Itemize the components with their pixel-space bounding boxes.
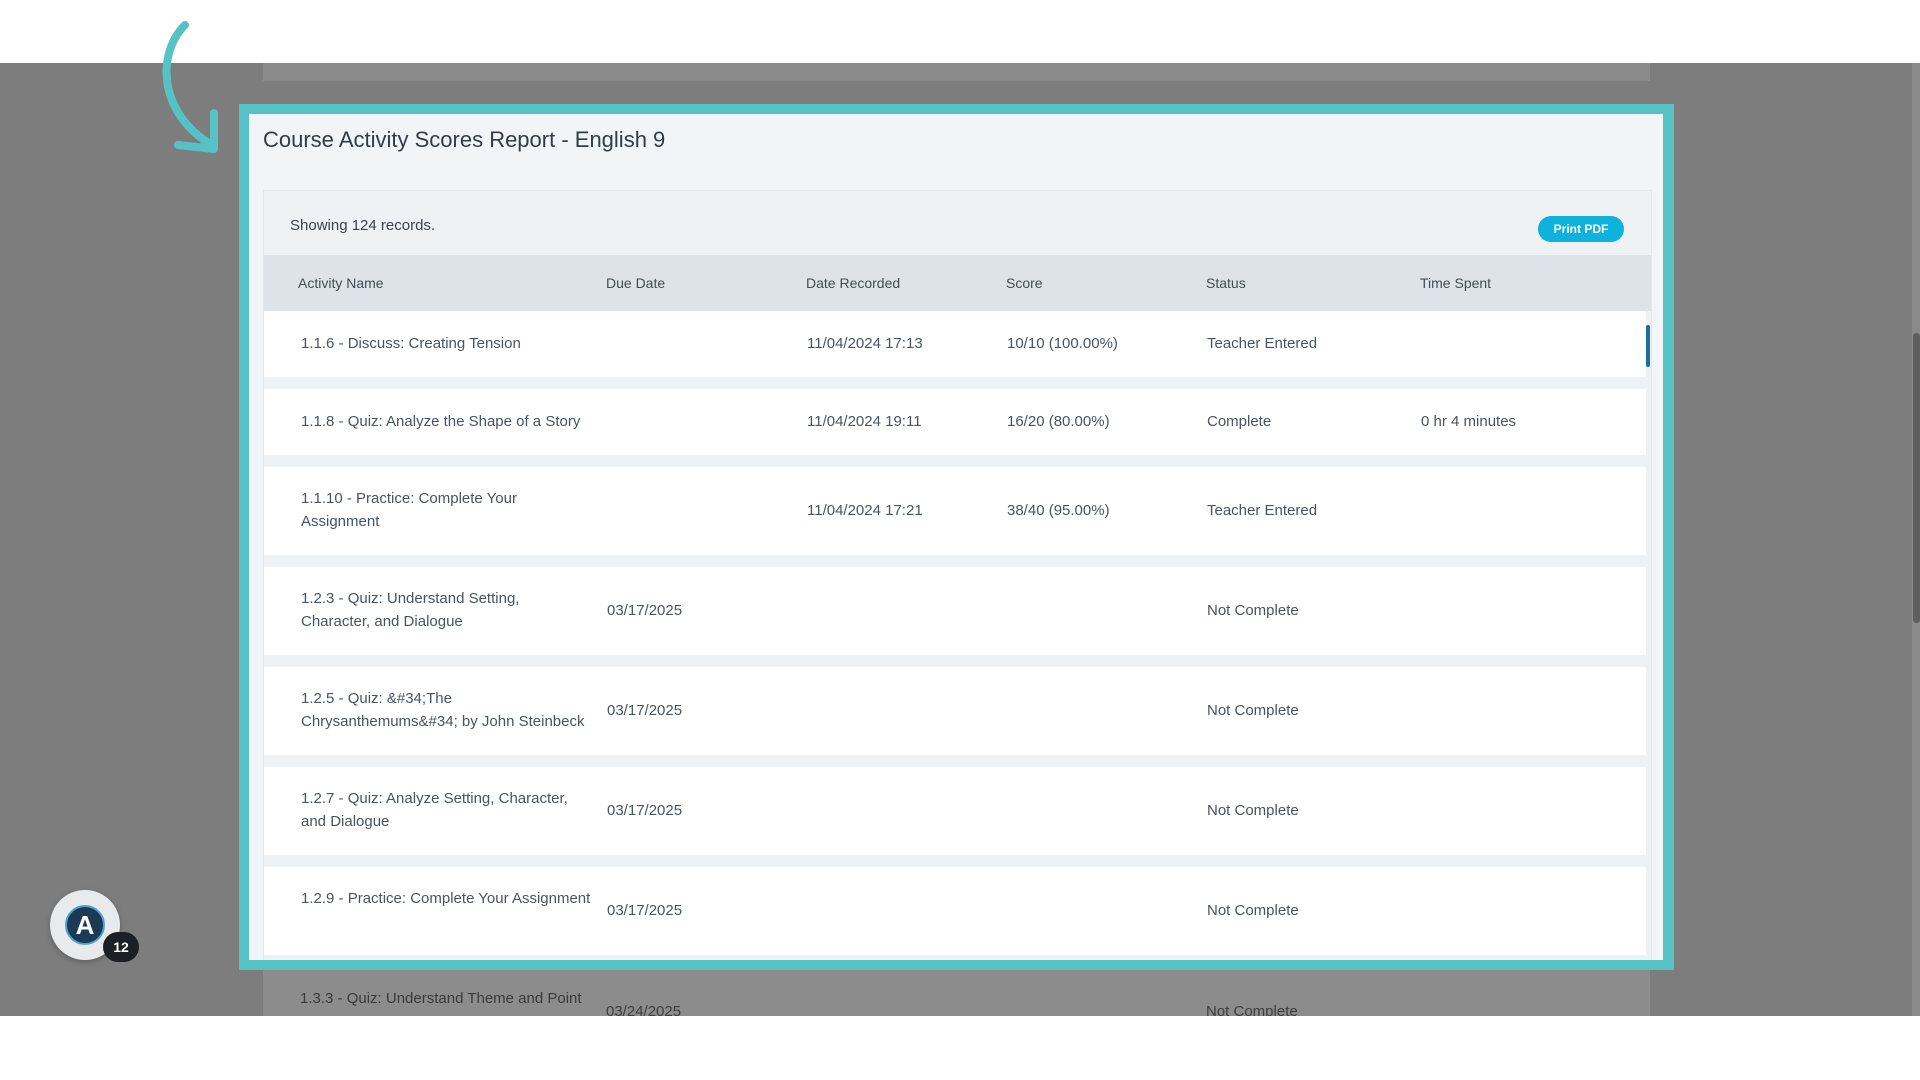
column-header-time-spent[interactable]: Time Spent — [1420, 275, 1491, 291]
status: Complete — [1207, 413, 1272, 430]
status: Teacher Entered — [1207, 502, 1318, 519]
page-scrollbar-thumb[interactable] — [1913, 333, 1920, 623]
table-row[interactable]: 1.2.5 - Quiz: &#34;The Chrysanthemums&#3… — [264, 667, 1646, 755]
highlight-frame: Course Activity Scores Report - English … — [239, 104, 1674, 970]
date-recorded: 11/04/2024 17:21 — [807, 502, 923, 519]
table-row[interactable]: 1.2.7 - Quiz: Analyze Setting, Character… — [264, 767, 1646, 855]
score: 16/20 (80.00%) — [1007, 413, 1110, 430]
due-date: 03/17/2025 — [607, 602, 683, 619]
column-header-date-recorded[interactable]: Date Recorded — [806, 275, 900, 291]
score: 10/10 (100.00%) — [1007, 335, 1118, 352]
column-header-status[interactable]: Status — [1206, 275, 1246, 291]
background-row-status: Not Complete — [1206, 1003, 1298, 1016]
activity-name: 1.1.8 - Quiz: Analyze the Shape of a Sto… — [301, 413, 581, 430]
column-header-score[interactable]: Score — [1006, 275, 1043, 291]
time-spent: 0 hr 4 minutes — [1421, 413, 1517, 430]
records-count: Showing 124 records. — [290, 217, 436, 234]
notification-count-badge: 12 — [103, 932, 139, 962]
top-bar — [0, 0, 1920, 63]
column-header-activity-name[interactable]: Activity Name — [298, 275, 384, 291]
print-pdf-button[interactable]: Print PDF — [1538, 216, 1624, 242]
table-row[interactable]: 1.2.9 - Practice: Complete Your Assignme… — [264, 867, 1646, 955]
background-row-due: 03/24/2025 — [606, 1003, 682, 1016]
report-dialog: Course Activity Scores Report - English … — [249, 114, 1663, 960]
table-row[interactable]: 1.1.6 - Discuss: Creating Tension 11/04/… — [264, 311, 1646, 377]
table-body: 1.1.6 - Discuss: Creating Tension 11/04/… — [264, 311, 1651, 960]
status: Teacher Entered — [1207, 335, 1318, 352]
activity-name: 1.2.5 - Quiz: &#34;The Chrysanthemums&#3… — [301, 690, 585, 730]
background-row-name: 1.3.3 - Quiz: Understand Theme and Point — [300, 990, 582, 1007]
report-panel: Showing 124 records. Print PDF Activity … — [263, 190, 1652, 960]
activity-name: 1.2.3 - Quiz: Understand Setting, Charac… — [301, 590, 520, 630]
table-header: Activity Name Due Date Date Recorded Sco… — [264, 255, 1651, 311]
status: Not Complete — [1207, 602, 1299, 619]
background-card — [263, 63, 1650, 81]
due-date: 03/17/2025 — [607, 702, 683, 719]
date-recorded: 11/04/2024 19:11 — [807, 413, 922, 430]
table-row[interactable]: 1.2.3 - Quiz: Understand Setting, Charac… — [264, 567, 1646, 655]
bottom-bar — [0, 1016, 1920, 1080]
report-title: Course Activity Scores Report - English … — [263, 127, 666, 152]
table-scrollbar-thumb[interactable] — [1646, 325, 1650, 367]
column-header-due-date[interactable]: Due Date — [606, 275, 665, 291]
activity-name: 1.2.9 - Practice: Complete Your Assignme… — [301, 890, 591, 907]
due-date: 03/17/2025 — [607, 902, 683, 919]
activity-name: 1.1.6 - Discuss: Creating Tension — [301, 335, 521, 352]
assistant-logo-icon: A — [65, 905, 105, 945]
status: Not Complete — [1207, 702, 1299, 719]
due-date: 03/17/2025 — [607, 802, 683, 819]
status: Not Complete — [1207, 802, 1299, 819]
date-recorded: 11/04/2024 17:13 — [807, 335, 923, 352]
status: Not Complete — [1207, 902, 1299, 919]
score: 38/40 (95.00%) — [1007, 502, 1110, 519]
activity-name: 1.2.7 - Quiz: Analyze Setting, Character… — [301, 790, 568, 830]
table-row[interactable]: 1.1.10 - Practice: Complete Your Assignm… — [264, 467, 1646, 555]
table-row[interactable]: 1.1.8 - Quiz: Analyze the Shape of a Sto… — [264, 389, 1646, 455]
activity-name: 1.1.10 - Practice: Complete Your Assignm… — [301, 490, 517, 530]
annotation-arrow-icon — [162, 21, 218, 153]
